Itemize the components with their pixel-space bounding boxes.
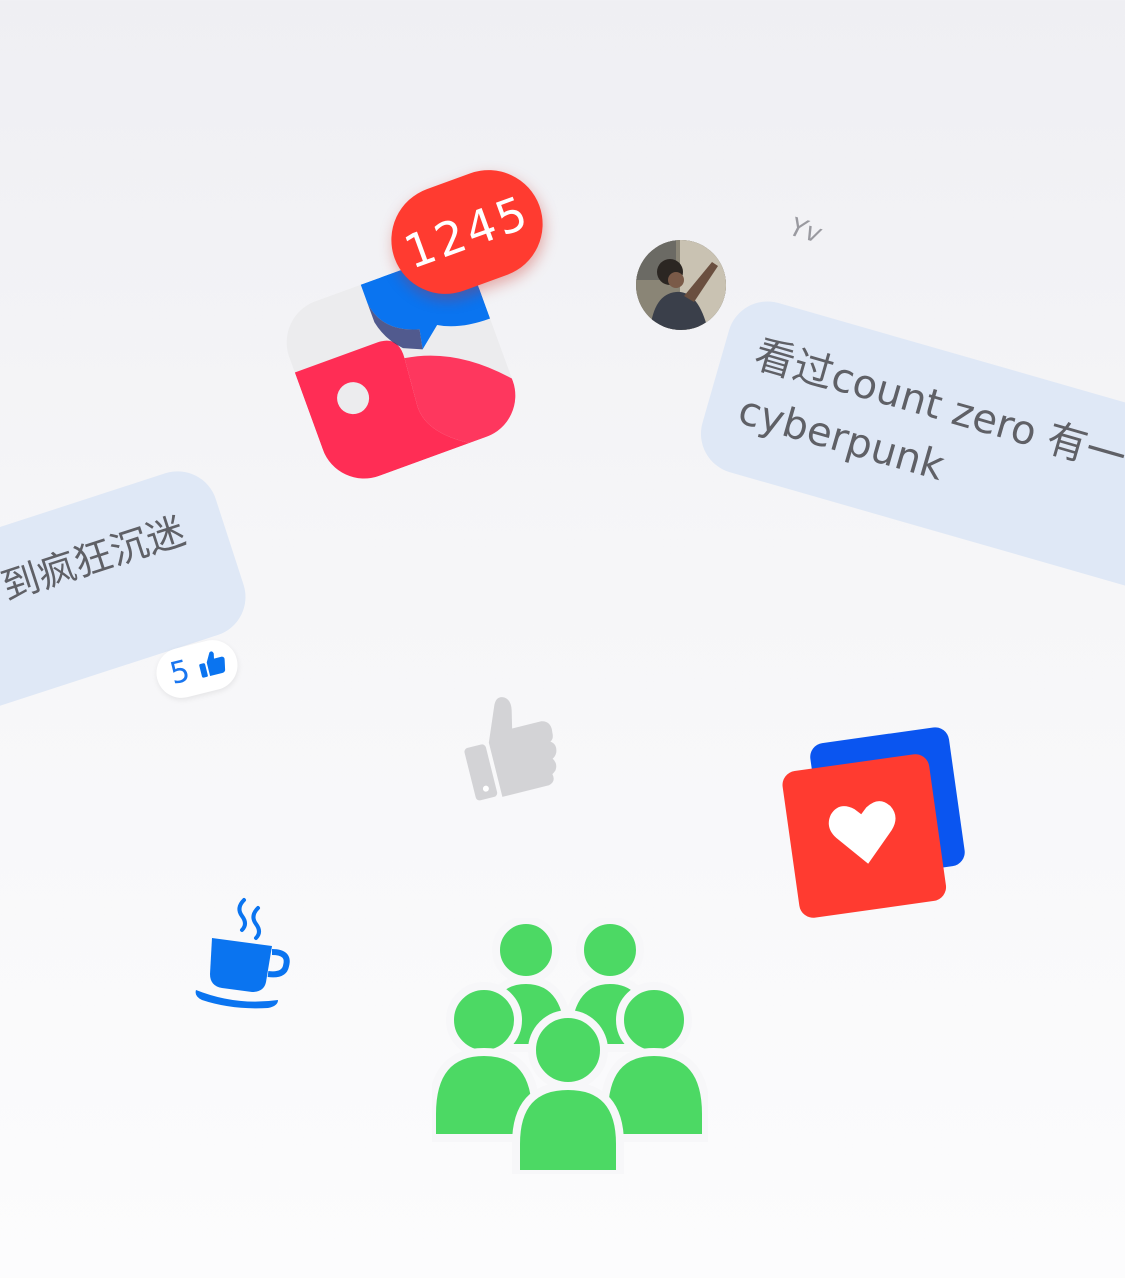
- like-count: 5: [166, 653, 194, 693]
- avatar[interactable]: [636, 240, 726, 330]
- thumbs-up-icon: [199, 651, 226, 678]
- coffee-cup-icon: [195, 898, 290, 1009]
- chat-app-icon[interactable]: [274, 247, 528, 491]
- group-people-icon: [432, 918, 708, 1174]
- thumbs-up-icon: [464, 697, 557, 801]
- comment-text-left: 到疯狂沉迷: [0, 508, 191, 610]
- heart-cards-icon[interactable]: [780, 724, 970, 924]
- comment-text: 看过count zero 有一 cyberpunk: [733, 331, 1125, 490]
- comment-bubble[interactable]: 看过count zero 有一 cyberpunk: [691, 292, 1125, 616]
- avatar-photo: [636, 240, 726, 330]
- comment-username: Yv: [786, 212, 825, 250]
- chat-app-glyph: [274, 247, 528, 491]
